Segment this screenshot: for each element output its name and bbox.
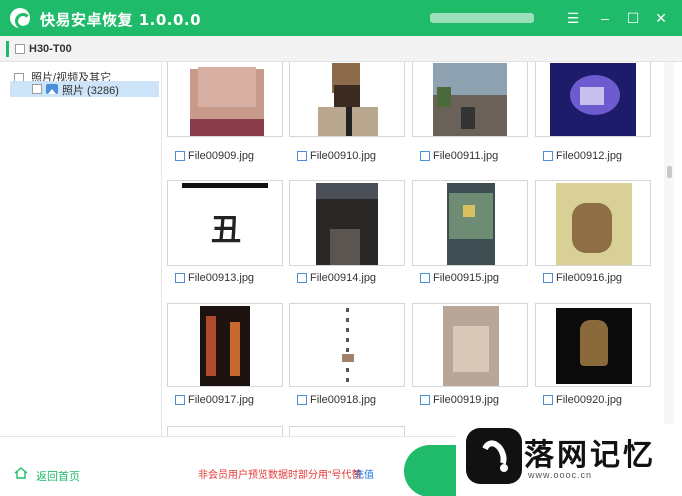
photo-grid: File00909.jpg File00910.jpg File00911.jp… [163, 62, 663, 436]
thumb-wolf [580, 320, 608, 366]
file-name: File00912.jpg [556, 150, 623, 162]
file-caption[interactable]: File00919.jpg [420, 394, 530, 408]
thumb-person [461, 107, 475, 129]
close-button[interactable]: ✕ [651, 8, 671, 28]
photo-thumbnail[interactable] [167, 62, 283, 137]
category-tree: 照片/视频及其它 照片 (3286) [0, 62, 162, 436]
recharge-link[interactable]: 充值 [354, 466, 374, 481]
menu-icon[interactable]: ☰ [563, 8, 583, 28]
file-caption[interactable]: File00912.jpg [543, 150, 653, 164]
home-icon[interactable] [14, 467, 28, 479]
file-checkbox[interactable] [543, 395, 553, 406]
thumb-tie [346, 107, 352, 136]
file-name: File00918.jpg [310, 394, 377, 406]
file-checkbox[interactable] [297, 151, 307, 162]
thumb-item [342, 354, 354, 362]
file-caption[interactable]: File00914.jpg [297, 272, 407, 286]
watermark: 落网记忆 www.oooc.cn [456, 424, 682, 496]
watermark-text: 落网记忆 [524, 438, 656, 473]
file-caption[interactable]: File00915.jpg [420, 272, 530, 286]
thumb-subject [453, 326, 489, 372]
file-checkbox[interactable] [420, 395, 430, 406]
file-name: File00914.jpg [310, 272, 377, 284]
device-name: H30-T00 [29, 43, 72, 55]
file-caption[interactable]: File00911.jpg [420, 150, 530, 164]
file-name: File00917.jpg [188, 394, 255, 406]
thumb-trees [316, 183, 378, 199]
device-bar: H30-T00 [0, 36, 682, 62]
maximize-button[interactable]: ☐ [623, 8, 643, 28]
thumb-character: 丑 [211, 213, 241, 248]
account-info-blurred [430, 13, 534, 23]
file-caption[interactable]: File00917.jpg [175, 394, 285, 408]
file-name: File00916.jpg [556, 272, 623, 284]
device-checkbox[interactable] [15, 44, 25, 54]
photo-thumbnail[interactable] [412, 180, 528, 266]
file-checkbox[interactable] [543, 273, 553, 284]
member-notice: 非会员用户预览数据时部分用"号代替 [198, 470, 362, 481]
minimize-button[interactable]: – [595, 8, 615, 28]
scrollbar-thumb[interactable] [667, 166, 672, 178]
thumb-marker [463, 205, 475, 217]
file-checkbox[interactable] [420, 273, 430, 284]
file-name: File00910.jpg [310, 150, 377, 162]
file-name: File00915.jpg [433, 272, 500, 284]
file-caption[interactable]: File00909.jpg [175, 150, 285, 164]
photo-thumbnail[interactable] [289, 426, 405, 436]
file-name: File00919.jpg [433, 394, 500, 406]
photo-thumbnail[interactable] [535, 180, 651, 266]
file-checkbox[interactable] [420, 151, 430, 162]
grid-scrollbar[interactable] [664, 62, 674, 436]
file-caption[interactable]: File00913.jpg [175, 272, 285, 286]
file-name: File00920.jpg [556, 394, 623, 406]
photo-thumbnail[interactable] [412, 303, 528, 387]
file-checkbox[interactable] [175, 151, 185, 162]
photo-thumbnail[interactable] [535, 62, 651, 137]
photo-thumbnail[interactable] [289, 62, 405, 137]
file-name: File00913.jpg [188, 272, 255, 284]
file-name: File00909.jpg [188, 150, 255, 162]
thumb-lights-left [206, 316, 216, 376]
watermark-url: www.oooc.cn [528, 470, 593, 480]
photo-thumbnail[interactable] [167, 426, 283, 436]
thumb-face-blur [198, 67, 256, 107]
file-checkbox[interactable] [175, 273, 185, 284]
tree-child-checkbox[interactable] [32, 84, 42, 94]
file-checkbox[interactable] [175, 395, 185, 406]
tree-item-photos[interactable]: 照片 (3286) [10, 81, 159, 97]
tree-child-label: 照片 (3286) [62, 85, 119, 97]
thumb-animal [572, 203, 612, 253]
photo-icon [46, 84, 58, 94]
thumb-road [330, 229, 360, 265]
photo-thumbnail[interactable] [289, 180, 405, 266]
photo-thumbnail[interactable] [167, 303, 283, 387]
file-checkbox[interactable] [543, 151, 553, 162]
photo-thumbnail[interactable]: 丑 [167, 180, 283, 266]
thumb-beard [334, 85, 360, 109]
file-caption[interactable]: File00916.jpg [543, 272, 653, 286]
photo-thumbnail[interactable] [535, 303, 651, 387]
watermark-logo-icon [466, 428, 522, 484]
thumb-tree [437, 87, 451, 107]
thumb-lights-right [230, 322, 240, 376]
thumb-figure [580, 87, 604, 105]
photo-thumbnail[interactable] [289, 303, 405, 387]
file-name: File00911.jpg [433, 150, 499, 162]
thumb-column [346, 308, 349, 384]
file-checkbox[interactable] [297, 395, 307, 406]
thumb-bar [182, 183, 268, 188]
file-caption[interactable]: File00918.jpg [297, 394, 407, 408]
app-logo-icon [10, 8, 31, 29]
device-accent-bar [6, 41, 9, 57]
thumb-shirt [190, 119, 264, 136]
photo-thumbnail[interactable] [412, 62, 528, 137]
back-home-link[interactable]: 返回首页 [36, 468, 80, 484]
file-checkbox[interactable] [297, 273, 307, 284]
file-caption[interactable]: File00910.jpg [297, 150, 407, 164]
file-caption[interactable]: File00920.jpg [543, 394, 653, 408]
app-title: 快易安卓恢复 1.0.0.0 [40, 11, 202, 29]
title-bar: 快易安卓恢复 1.0.0.0 ☰ – ☐ ✕ [0, 0, 682, 36]
